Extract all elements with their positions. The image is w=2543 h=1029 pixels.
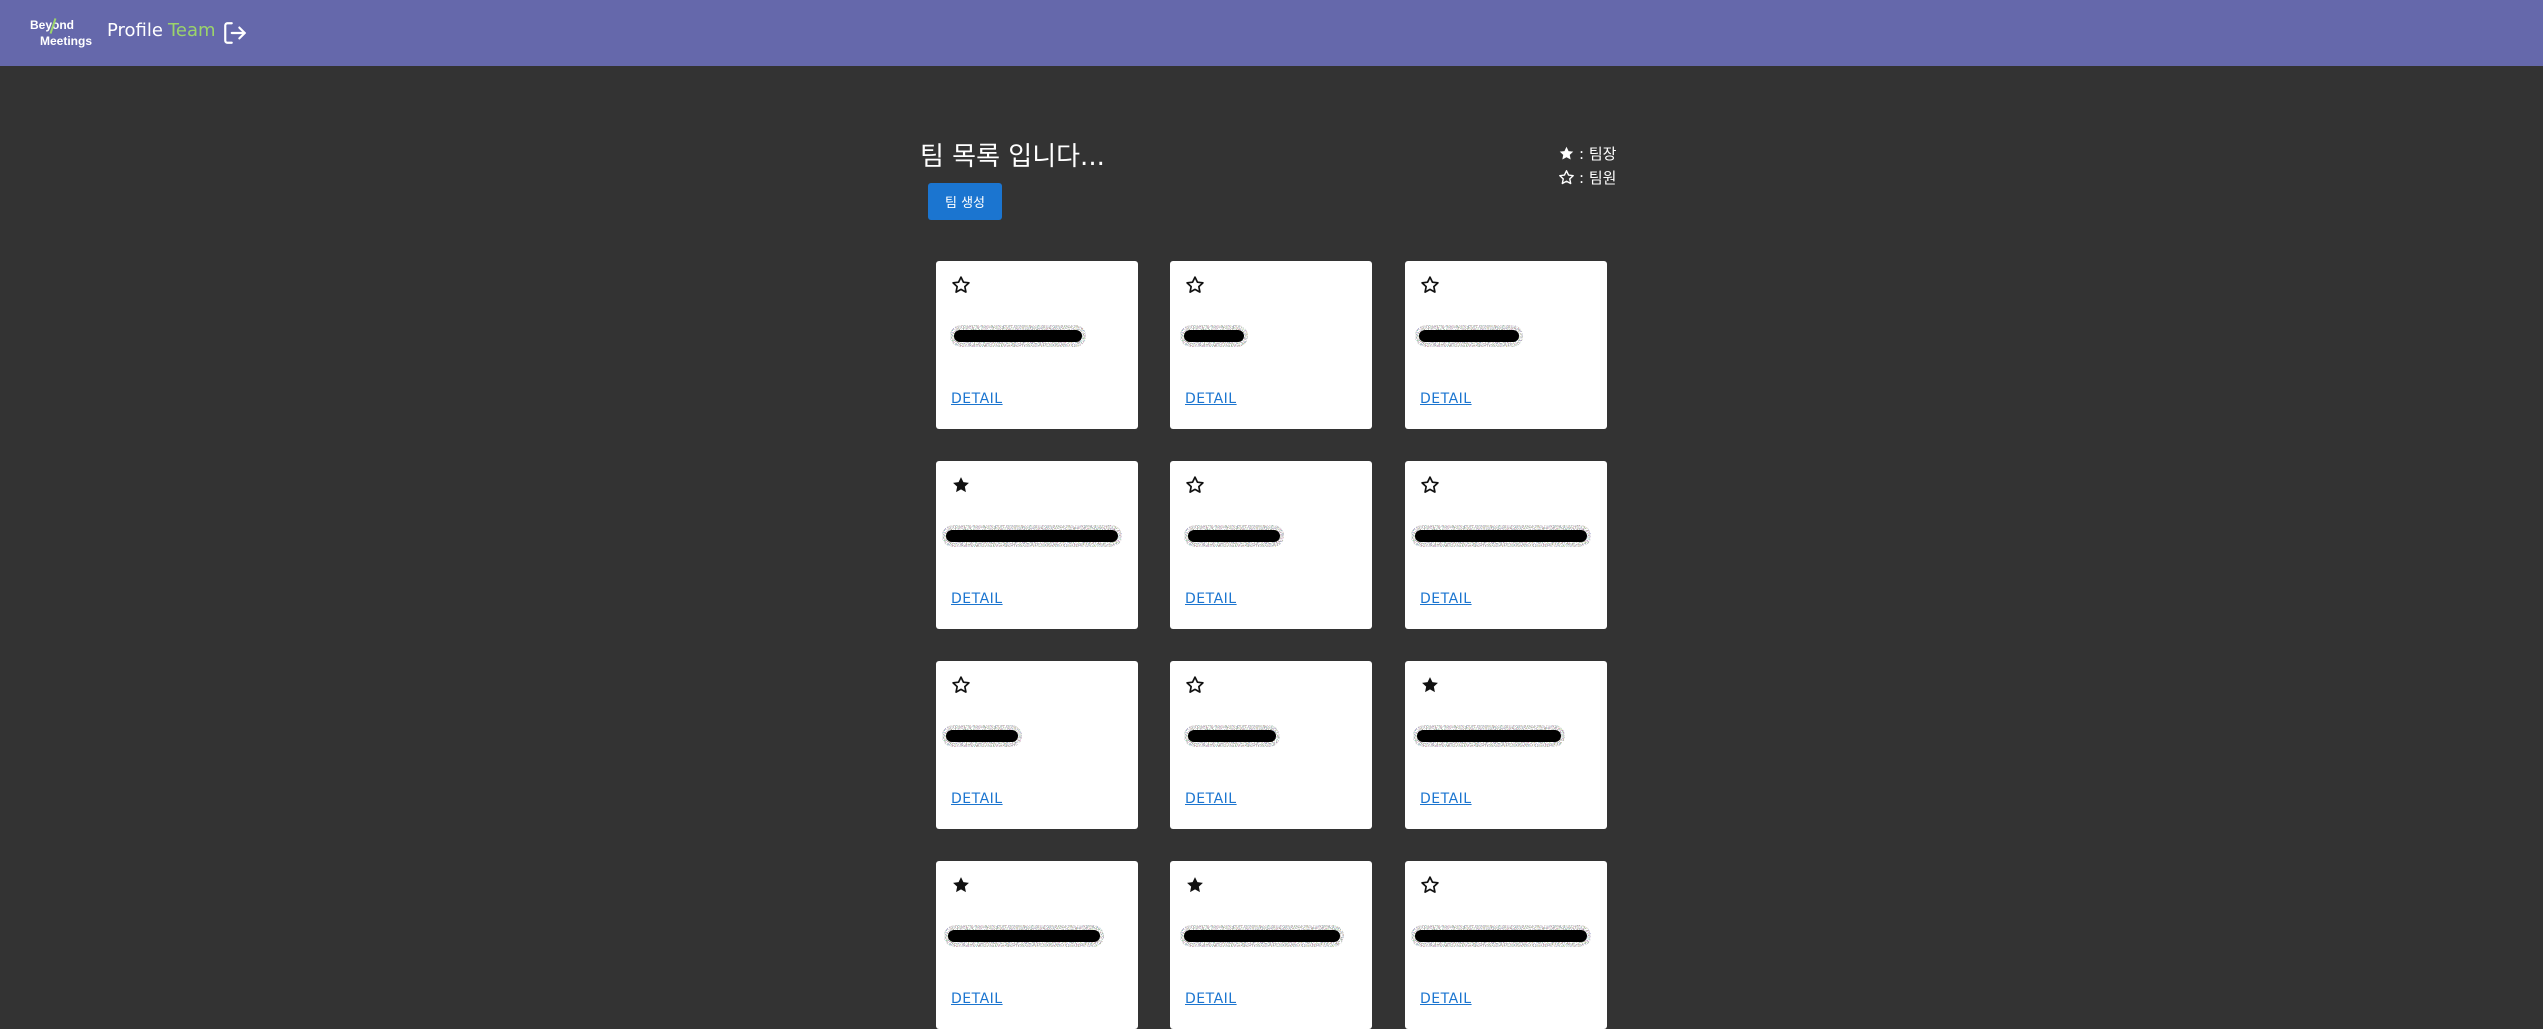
team-detail-link[interactable]: DETAIL	[951, 991, 1003, 1007]
redacted-team-name	[1413, 317, 1525, 355]
team-card: DETAIL	[1170, 261, 1372, 429]
top-navbar: Beyond Meetings Profile Team	[0, 0, 2543, 66]
team-card: DETAIL	[936, 461, 1138, 629]
team-detail-link[interactable]: DETAIL	[1420, 791, 1472, 807]
team-detail-link[interactable]: DETAIL	[1420, 591, 1472, 607]
team-detail-link[interactable]: DETAIL	[1420, 991, 1472, 1007]
logout-icon[interactable]	[222, 20, 248, 46]
outline-star-icon	[1559, 169, 1574, 184]
create-team-button[interactable]: 팀 생성	[928, 183, 1002, 220]
redacted-team-name	[1178, 917, 1346, 955]
redacted-team-name	[1409, 517, 1593, 555]
nav-team-link[interactable]: Team	[168, 19, 216, 43]
beyond-meetings-logo[interactable]: Beyond Meetings	[30, 18, 94, 50]
outline-star-icon	[1185, 475, 1205, 495]
team-card: DETAIL	[936, 861, 1138, 1029]
team-detail-link[interactable]: DETAIL	[1185, 591, 1237, 607]
redacted-team-name	[1411, 717, 1567, 755]
legend-leader-label: : 팀장	[1579, 144, 1617, 163]
team-detail-link[interactable]: DETAIL	[1185, 991, 1237, 1007]
redacted-team-name	[1178, 317, 1250, 355]
filled-star-icon	[951, 875, 971, 895]
team-detail-link[interactable]: DETAIL	[1185, 791, 1237, 807]
team-card: DETAIL	[1405, 261, 1607, 429]
team-card: DETAIL	[1170, 861, 1372, 1029]
redacted-team-name	[948, 317, 1088, 355]
outline-star-icon	[951, 275, 971, 295]
redacted-team-name	[942, 917, 1106, 955]
redacted-team-name	[940, 517, 1124, 555]
logo-line-2: Meetings	[40, 34, 93, 48]
outline-star-icon	[951, 675, 971, 695]
team-card: DETAIL	[936, 661, 1138, 829]
team-detail-link[interactable]: DETAIL	[951, 591, 1003, 607]
team-card: DETAIL	[936, 261, 1138, 429]
outline-star-icon	[1420, 475, 1440, 495]
legend-leader: : 팀장	[1558, 141, 1616, 165]
nav-profile-link[interactable]: Profile	[107, 19, 163, 43]
team-card: DETAIL	[1170, 461, 1372, 629]
filled-star-icon	[1420, 675, 1440, 695]
team-card: DETAIL	[1405, 861, 1607, 1029]
team-detail-link[interactable]: DETAIL	[1185, 391, 1237, 407]
redacted-team-name	[1182, 517, 1286, 555]
redacted-team-name	[1409, 917, 1593, 955]
team-card: DETAIL	[1405, 461, 1607, 629]
legend-member-label: : 팀원	[1579, 168, 1617, 187]
outline-star-icon	[1185, 675, 1205, 695]
page-title: 팀 목록 입니다...	[920, 142, 1105, 172]
filled-star-icon	[1185, 875, 1205, 895]
filled-star-icon	[1559, 146, 1574, 160]
team-card: DETAIL	[1170, 661, 1372, 829]
filled-star-icon	[951, 475, 971, 495]
team-detail-link[interactable]: DETAIL	[951, 391, 1003, 407]
team-card: DETAIL	[1405, 661, 1607, 829]
team-detail-link[interactable]: DETAIL	[951, 791, 1003, 807]
redacted-team-name	[1182, 717, 1282, 755]
team-detail-link[interactable]: DETAIL	[1420, 391, 1472, 407]
redacted-team-name	[940, 717, 1024, 755]
outline-star-icon	[1185, 275, 1205, 295]
role-legend: : 팀장 : 팀원	[1558, 141, 1616, 189]
legend-member: : 팀원	[1558, 165, 1616, 189]
outline-star-icon	[1420, 275, 1440, 295]
outline-star-icon	[1420, 875, 1440, 895]
